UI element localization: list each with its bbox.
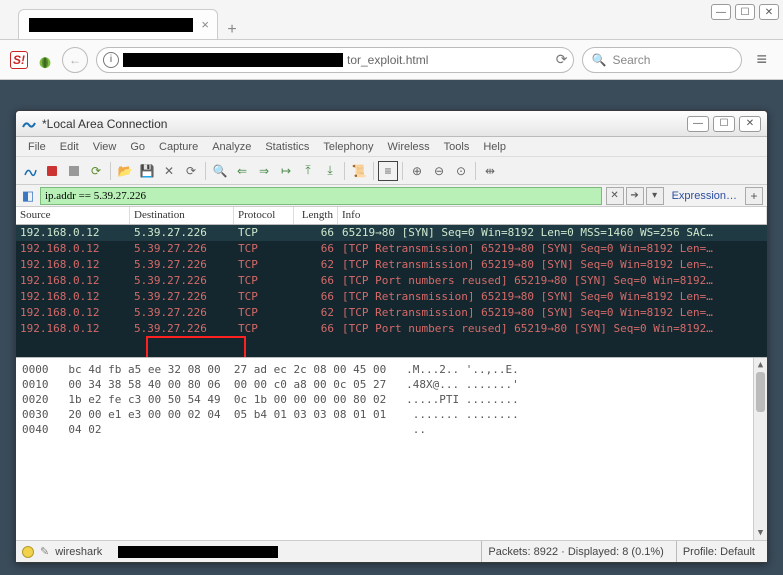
edit-capture-comment-icon[interactable]: ✎ (40, 545, 49, 558)
filter-apply-icon[interactable]: ➔ (626, 187, 644, 205)
search-icon: 🔍 (591, 53, 606, 67)
menu-go[interactable]: Go (124, 139, 151, 155)
window-title: *Local Area Connection (42, 117, 687, 131)
filter-recent-icon[interactable]: ▾ (646, 187, 664, 205)
colorize-icon[interactable]: ≡ (378, 161, 398, 181)
stop-capture-icon[interactable] (64, 161, 84, 181)
noscript-icon[interactable]: S! (10, 51, 28, 69)
menu-analyze[interactable]: Analyze (206, 139, 257, 155)
col-protocol[interactable]: Protocol (234, 207, 294, 224)
interfaces-icon[interactable] (20, 161, 40, 181)
col-source[interactable]: Source (16, 207, 130, 224)
next-packet-icon[interactable]: ⇒ (254, 161, 274, 181)
status-packets: Packets: 8922 · Displayed: 8 (0.1%) (481, 541, 669, 562)
menu-edit[interactable]: Edit (54, 139, 85, 155)
last-packet-icon[interactable]: ⤓ (320, 161, 340, 181)
zoom-reset-icon[interactable]: ⊙ (451, 161, 471, 181)
autoscroll-icon[interactable]: 📜 (349, 161, 369, 181)
display-filter-input[interactable] (40, 187, 602, 205)
reload-icon[interactable]: ⟳ (556, 51, 568, 68)
os-window-controls: — ☐ ✕ (711, 4, 779, 20)
browser-tabstrip: × + — ☐ ✕ (0, 0, 783, 40)
wireshark-app-icon (22, 117, 36, 131)
zoom-in-icon[interactable]: ⊕ (407, 161, 427, 181)
scroll-down-icon[interactable]: ▼ (754, 526, 767, 540)
window-maximize-button[interactable]: ☐ (735, 4, 755, 20)
torbutton-icon[interactable] (36, 51, 54, 69)
first-packet-icon[interactable]: ⤒ (298, 161, 318, 181)
hex-scrollbar[interactable]: ▲ ▼ (753, 358, 767, 540)
filter-bookmark-icon[interactable]: ◧ (20, 188, 36, 204)
titlebar: *Local Area Connection — ☐ ✕ (16, 111, 767, 137)
menu-telephony[interactable]: Telephony (317, 139, 379, 155)
packet-row[interactable]: 192.168.0.125.39.27.226TCP66[TCP Retrans… (16, 289, 767, 305)
browser-tab[interactable]: × (18, 9, 218, 39)
window-close-button[interactable]: ✕ (759, 4, 779, 20)
status-profile[interactable]: Profile: Default (676, 541, 761, 562)
menu-capture[interactable]: Capture (153, 139, 204, 155)
capture-file-label: wireshark (55, 546, 112, 558)
packet-row[interactable]: 192.168.0.125.39.27.226TCP6665219→80 [SY… (16, 225, 767, 241)
inner-minimize-button[interactable]: — (687, 116, 709, 132)
jump-packet-icon[interactable]: ↦ (276, 161, 296, 181)
save-file-icon[interactable]: 💾 (137, 161, 157, 181)
tab-close-icon[interactable]: × (201, 17, 209, 32)
search-box[interactable]: 🔍 Search (582, 47, 742, 73)
menu-tools[interactable]: Tools (438, 139, 476, 155)
col-info[interactable]: Info (338, 207, 767, 224)
packet-row[interactable]: 192.168.0.125.39.27.226TCP62[TCP Retrans… (16, 257, 767, 273)
hex-bytes-pane[interactable]: 0000 bc 4d fb a5 ee 32 08 00 27 ad ec 2c… (16, 357, 767, 540)
zoom-out-icon[interactable]: ⊖ (429, 161, 449, 181)
url-bar[interactable]: i tor_exploit.html ⟳ (96, 47, 574, 73)
inner-maximize-button[interactable]: ☐ (713, 116, 735, 132)
packet-row[interactable]: 192.168.0.125.39.27.226TCP66[TCP Port nu… (16, 321, 767, 337)
open-file-icon[interactable]: 📂 (115, 161, 135, 181)
menu-help[interactable]: Help (477, 139, 512, 155)
start-capture-icon[interactable] (42, 161, 62, 181)
reload-file-icon[interactable]: ⟳ (181, 161, 201, 181)
menu-statistics[interactable]: Statistics (259, 139, 315, 155)
search-placeholder: Search (612, 53, 650, 67)
hex-lines: 0000 bc 4d fb a5 ee 32 08 00 27 ad ec 2c… (22, 362, 761, 437)
capture-file-redacted (118, 546, 278, 558)
site-identity-icon[interactable]: i (103, 52, 119, 68)
resize-columns-icon[interactable]: ⇹ (480, 161, 500, 181)
wireshark-window: *Local Area Connection — ☐ ✕ FileEditVie… (15, 110, 768, 563)
packet-list-header[interactable]: Source Destination Protocol Length Info (16, 207, 767, 225)
scroll-up-icon[interactable]: ▲ (754, 358, 767, 372)
hamburger-menu-icon[interactable]: ≡ (750, 49, 773, 70)
menu-wireless[interactable]: Wireless (382, 139, 436, 155)
window-minimize-button[interactable]: — (711, 4, 731, 20)
newtab-button[interactable]: + (218, 21, 246, 39)
filter-add-button[interactable]: + (745, 187, 763, 205)
close-file-icon[interactable]: ✕ (159, 161, 179, 181)
menu-file[interactable]: File (22, 139, 52, 155)
url-redacted (123, 53, 343, 67)
filter-bar: ◧ ✕ ➔ ▾ Expression… + (16, 185, 767, 207)
inner-close-button[interactable]: ✕ (739, 116, 761, 132)
expression-button[interactable]: Expression… (668, 190, 741, 202)
expert-info-icon[interactable] (22, 546, 34, 558)
filter-clear-icon[interactable]: ✕ (606, 187, 624, 205)
col-length[interactable]: Length (294, 207, 338, 224)
packet-row[interactable]: 192.168.0.125.39.27.226TCP66[TCP Port nu… (16, 273, 767, 289)
statusbar: ✎ wireshark Packets: 8922 · Displayed: 8… (16, 540, 767, 562)
tab-title-redacted (29, 18, 193, 32)
packet-row[interactable]: 192.168.0.125.39.27.226TCP66[TCP Retrans… (16, 241, 767, 257)
restart-capture-icon[interactable]: ⟳ (86, 161, 106, 181)
packet-list-pane[interactable]: Source Destination Protocol Length Info … (16, 207, 767, 357)
col-destination[interactable]: Destination (130, 207, 234, 224)
find-icon[interactable]: 🔍 (210, 161, 230, 181)
scroll-thumb[interactable] (756, 372, 765, 412)
main-toolbar: ⟳ 📂 💾 ✕ ⟳ 🔍 ⇐ ⇒ ↦ ⤒ ⤓ 📜 ≡ ⊕ ⊖ ⊙ ⇹ (16, 157, 767, 185)
packet-row[interactable]: 192.168.0.125.39.27.226TCP62[TCP Retrans… (16, 305, 767, 321)
back-button[interactable]: ← (62, 47, 88, 73)
url-suffix: tor_exploit.html (347, 53, 428, 67)
menubar: FileEditViewGoCaptureAnalyzeStatisticsTe… (16, 137, 767, 157)
menu-view[interactable]: View (87, 139, 123, 155)
prev-packet-icon[interactable]: ⇐ (232, 161, 252, 181)
browser-toolbar: S! ← i tor_exploit.html ⟳ 🔍 Search ≡ (0, 40, 783, 80)
